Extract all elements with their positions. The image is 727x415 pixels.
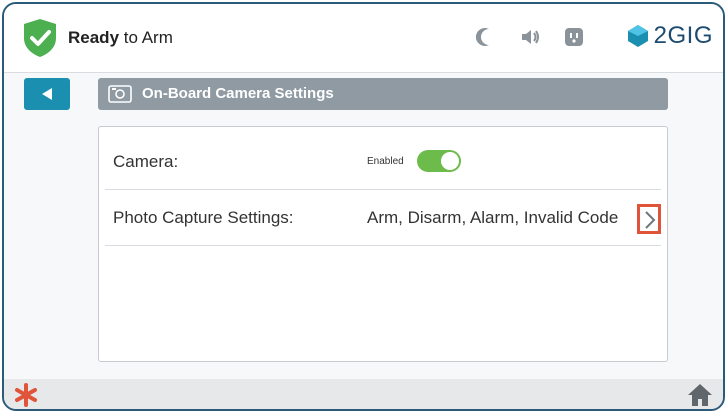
page-title-bar: On-Board Camera Settings	[98, 78, 668, 110]
chevron-right-icon	[645, 211, 656, 229]
photo-capture-row[interactable]: Photo Capture Settings: Arm, Disarm, Ala…	[105, 189, 661, 246]
speaker-icon[interactable]	[519, 26, 541, 48]
asterisk-icon[interactable]	[14, 383, 38, 407]
device-screen: Ready to Arm 2GIG On-Board Camera Settin…	[2, 2, 725, 411]
shield-check-icon	[24, 19, 56, 57]
home-icon[interactable]	[687, 383, 713, 407]
photo-capture-chevron-button[interactable]	[637, 204, 661, 234]
status-rest: to Arm	[119, 28, 173, 47]
brand-logo: 2GIG	[626, 22, 713, 50]
moon-icon[interactable]	[475, 26, 497, 48]
camera-state-label: Enabled	[367, 156, 404, 167]
top-status-bar: Ready to Arm 2GIG	[4, 4, 723, 73]
arm-status[interactable]: Ready to Arm	[68, 28, 173, 48]
toggle-knob	[441, 152, 459, 170]
camera-toggle[interactable]	[417, 150, 461, 172]
brand-name: 2GIG	[653, 22, 713, 49]
photo-capture-value: Arm, Disarm, Alarm, Invalid Code	[367, 208, 619, 227]
2gig-logo-icon	[627, 25, 648, 47]
camera-label: Camera:	[113, 152, 179, 171]
back-arrow-icon	[42, 88, 52, 100]
photo-capture-label: Photo Capture Settings:	[113, 208, 294, 227]
bottom-bar	[4, 379, 723, 409]
outlet-icon[interactable]	[563, 26, 585, 48]
camera-row: Camera: Enabled	[105, 133, 661, 190]
settings-panel: Camera: Enabled Photo Capture Settings: …	[98, 126, 668, 362]
back-button[interactable]	[24, 78, 70, 110]
page-title: On-Board Camera Settings	[142, 85, 334, 102]
ready-word: Ready	[68, 28, 120, 47]
camera-icon	[108, 85, 132, 103]
